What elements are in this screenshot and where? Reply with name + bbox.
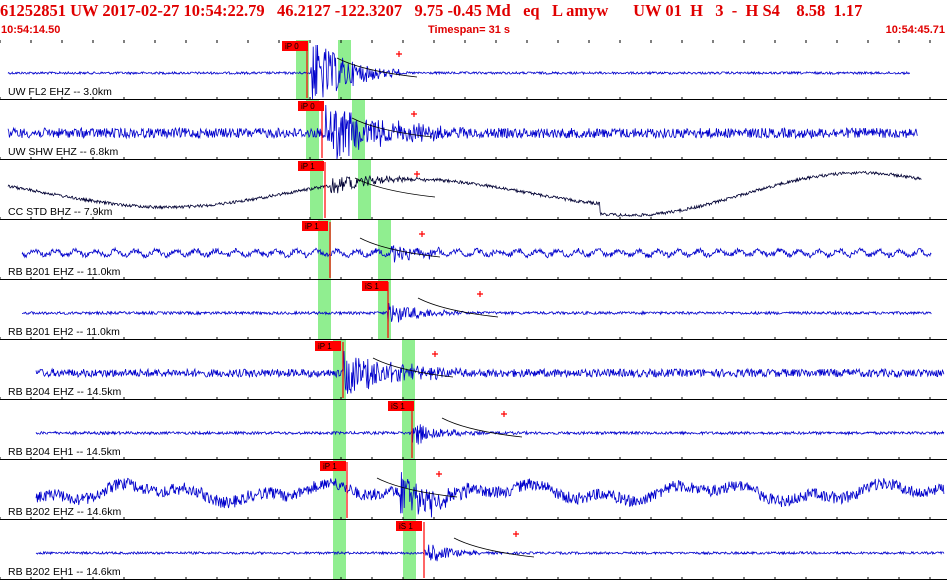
amplitude-marker bbox=[419, 231, 425, 237]
timespan-label: Timespan= bbox=[428, 24, 486, 36]
coda-envelope bbox=[453, 537, 535, 558]
amplitude-marker bbox=[477, 291, 483, 297]
pick-window bbox=[358, 160, 371, 220]
event-summary-line: 61252851 UW 2017-02-27 10:54:22.79 46.21… bbox=[0, 1, 863, 20]
window-start-time: 10:54:14.50 bbox=[1, 24, 61, 36]
waveform-trace bbox=[35, 424, 945, 445]
trace-row[interactable]: iP 1 RB B204 EHZ -- 14.5km bbox=[0, 340, 947, 400]
phase-pick-label: iP 0 bbox=[285, 42, 299, 51]
amplitude-marker bbox=[436, 471, 442, 477]
station-label: RB B201 EHZ -- 11.0km bbox=[8, 266, 121, 278]
phase-pick-label: iS 1 bbox=[399, 522, 413, 531]
time-tick-marks bbox=[0, 40, 931, 43]
station-label: RB B204 EHZ -- 14.5km bbox=[8, 386, 121, 398]
amplitude-marker bbox=[432, 351, 438, 357]
waveform-trace bbox=[7, 170, 922, 217]
trace-row[interactable]: iP 1 RB B202 EHZ -- 14.6km bbox=[0, 460, 947, 520]
station-label: RB B204 EH1 -- 14.5km bbox=[8, 446, 121, 458]
trace-row[interactable]: iS 1 RB B204 EH1 -- 14.5km bbox=[0, 400, 947, 460]
waveform-trace bbox=[21, 245, 932, 263]
station-label: RB B202 EH1 -- 14.6km bbox=[8, 566, 121, 578]
amplitude-marker bbox=[414, 171, 420, 177]
trace-row[interactable]: iP 1 RB B201 EHZ -- 11.0km bbox=[0, 220, 947, 280]
station-label: UW SHW EHZ -- 6.8km bbox=[8, 146, 118, 158]
waveform-trace bbox=[7, 104, 918, 160]
amplitude-marker bbox=[396, 51, 402, 57]
amplitude-marker bbox=[501, 411, 507, 417]
timespan-readout: Timespan= 31 s bbox=[428, 23, 510, 37]
amplitude-marker bbox=[411, 111, 417, 117]
waveform-trace bbox=[35, 544, 945, 562]
phase-pick-label: iP 1 bbox=[323, 462, 337, 471]
trace-row[interactable]: iS 1 RB B202 EH1 -- 14.6km bbox=[0, 520, 947, 580]
phase-pick-label: iP 1 bbox=[301, 162, 315, 171]
phase-pick-label: iP 0 bbox=[301, 102, 315, 111]
pick-window bbox=[333, 400, 346, 460]
station-label: UW FL2 EHZ -- 3.0km bbox=[8, 86, 112, 98]
waveform-trace bbox=[7, 44, 910, 100]
phase-pick-label: iP 1 bbox=[318, 342, 332, 351]
station-label: RB B201 EH2 -- 11.0km bbox=[8, 326, 120, 338]
station-label: CC STD BHZ -- 7.9km bbox=[8, 206, 113, 218]
waveform-trace bbox=[35, 350, 945, 394]
phase-pick-label: iS 1 bbox=[391, 402, 405, 411]
phase-pick-label: iP 1 bbox=[305, 222, 319, 231]
waveform-panel[interactable]: iP 0 UW FL2 EHZ -- 3.0km iP 0 UW SHW EHZ --… bbox=[0, 40, 947, 580]
trace-row[interactable]: iP 0 UW SHW EHZ -- 6.8km bbox=[0, 100, 947, 160]
coda-envelope bbox=[441, 417, 523, 438]
trace-row[interactable]: iP 1 CC STD BHZ -- 7.9km bbox=[0, 160, 947, 220]
phase-pick-label: iS 1 bbox=[365, 282, 379, 291]
trace-row[interactable]: iP 0 UW FL2 EHZ -- 3.0km bbox=[0, 40, 947, 100]
waveform-trace bbox=[22, 302, 932, 324]
station-label: RB B202 EHZ -- 14.6km bbox=[8, 506, 121, 518]
amplitude-marker bbox=[513, 531, 519, 537]
waveform-trace bbox=[35, 472, 945, 518]
pick-window bbox=[333, 520, 346, 580]
window-end-time: 10:54:45.71 bbox=[885, 24, 945, 36]
trace-row[interactable]: iS 1 RB B201 EH2 -- 11.0km bbox=[0, 280, 947, 340]
pick-window bbox=[378, 220, 391, 280]
timespan-value: 31 s bbox=[488, 24, 511, 36]
event-header: 61252851 UW 2017-02-27 10:54:22.79 46.21… bbox=[0, 0, 947, 40]
pick-window bbox=[318, 280, 331, 340]
